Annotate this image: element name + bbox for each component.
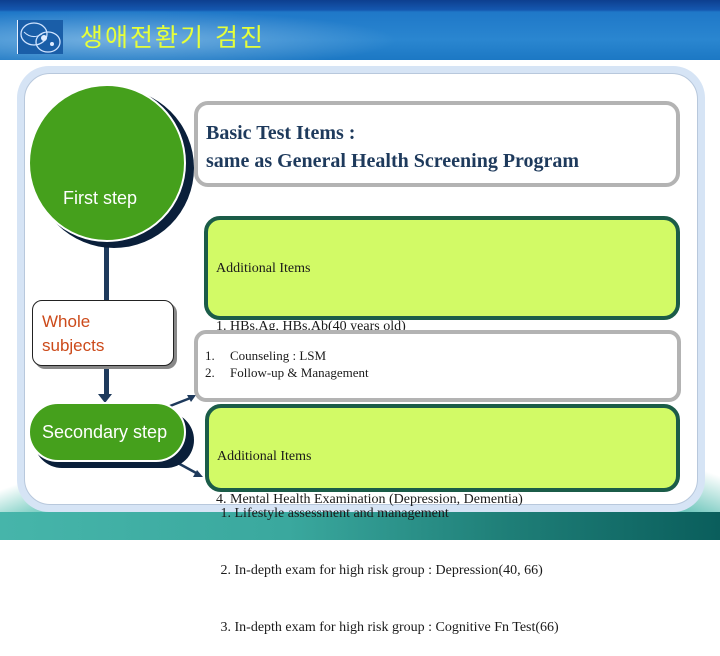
second-additional-items-text: Additional Items 1. Lifestyle assessment… (217, 409, 559, 656)
additional-items-heading: Additional Items (217, 449, 312, 464)
slide-header: 생애전환기 검진 (0, 0, 720, 60)
first-step-node (28, 84, 186, 242)
additional-items-heading: Additional Items (216, 261, 311, 277)
whole-subjects-label: Whole subjects (42, 310, 104, 358)
slide-title: 생애전환기 검진 (80, 23, 265, 52)
globe-logo-icon (17, 20, 63, 54)
counseling-list: 1. Counseling : LSM 2. Follow-up & Managem… (205, 347, 369, 381)
list-item: 2. In-depth exam for high risk group : D… (217, 563, 543, 578)
whole-subjects-line: Whole (42, 312, 91, 331)
list-text: Follow-up & Management (230, 365, 369, 380)
basic-test-line2: same as General Health Screening Program (206, 150, 580, 172)
basic-test-text: Basic Test Items : same as General Healt… (206, 119, 579, 175)
list-number: 1. (205, 348, 215, 363)
list-item: 2. Follow-up & Management (205, 364, 369, 381)
secondary-step-label: Secondary step (42, 422, 168, 442)
first-step-label: First step (63, 188, 138, 208)
list-number: 2. (205, 365, 215, 380)
list-text: Counseling : LSM (230, 348, 327, 363)
list-item: 1. Lifestyle assessment and management (217, 506, 449, 521)
basic-test-line1: Basic Test Items : (206, 122, 356, 144)
whole-subjects-line: subjects (42, 336, 105, 355)
connector-whole-to-second (104, 366, 109, 396)
list-item: 3. In-depth exam for high risk group : C… (217, 620, 559, 635)
connector-first-to-whole (104, 246, 109, 300)
list-item: 1. Counseling : LSM (205, 347, 369, 364)
